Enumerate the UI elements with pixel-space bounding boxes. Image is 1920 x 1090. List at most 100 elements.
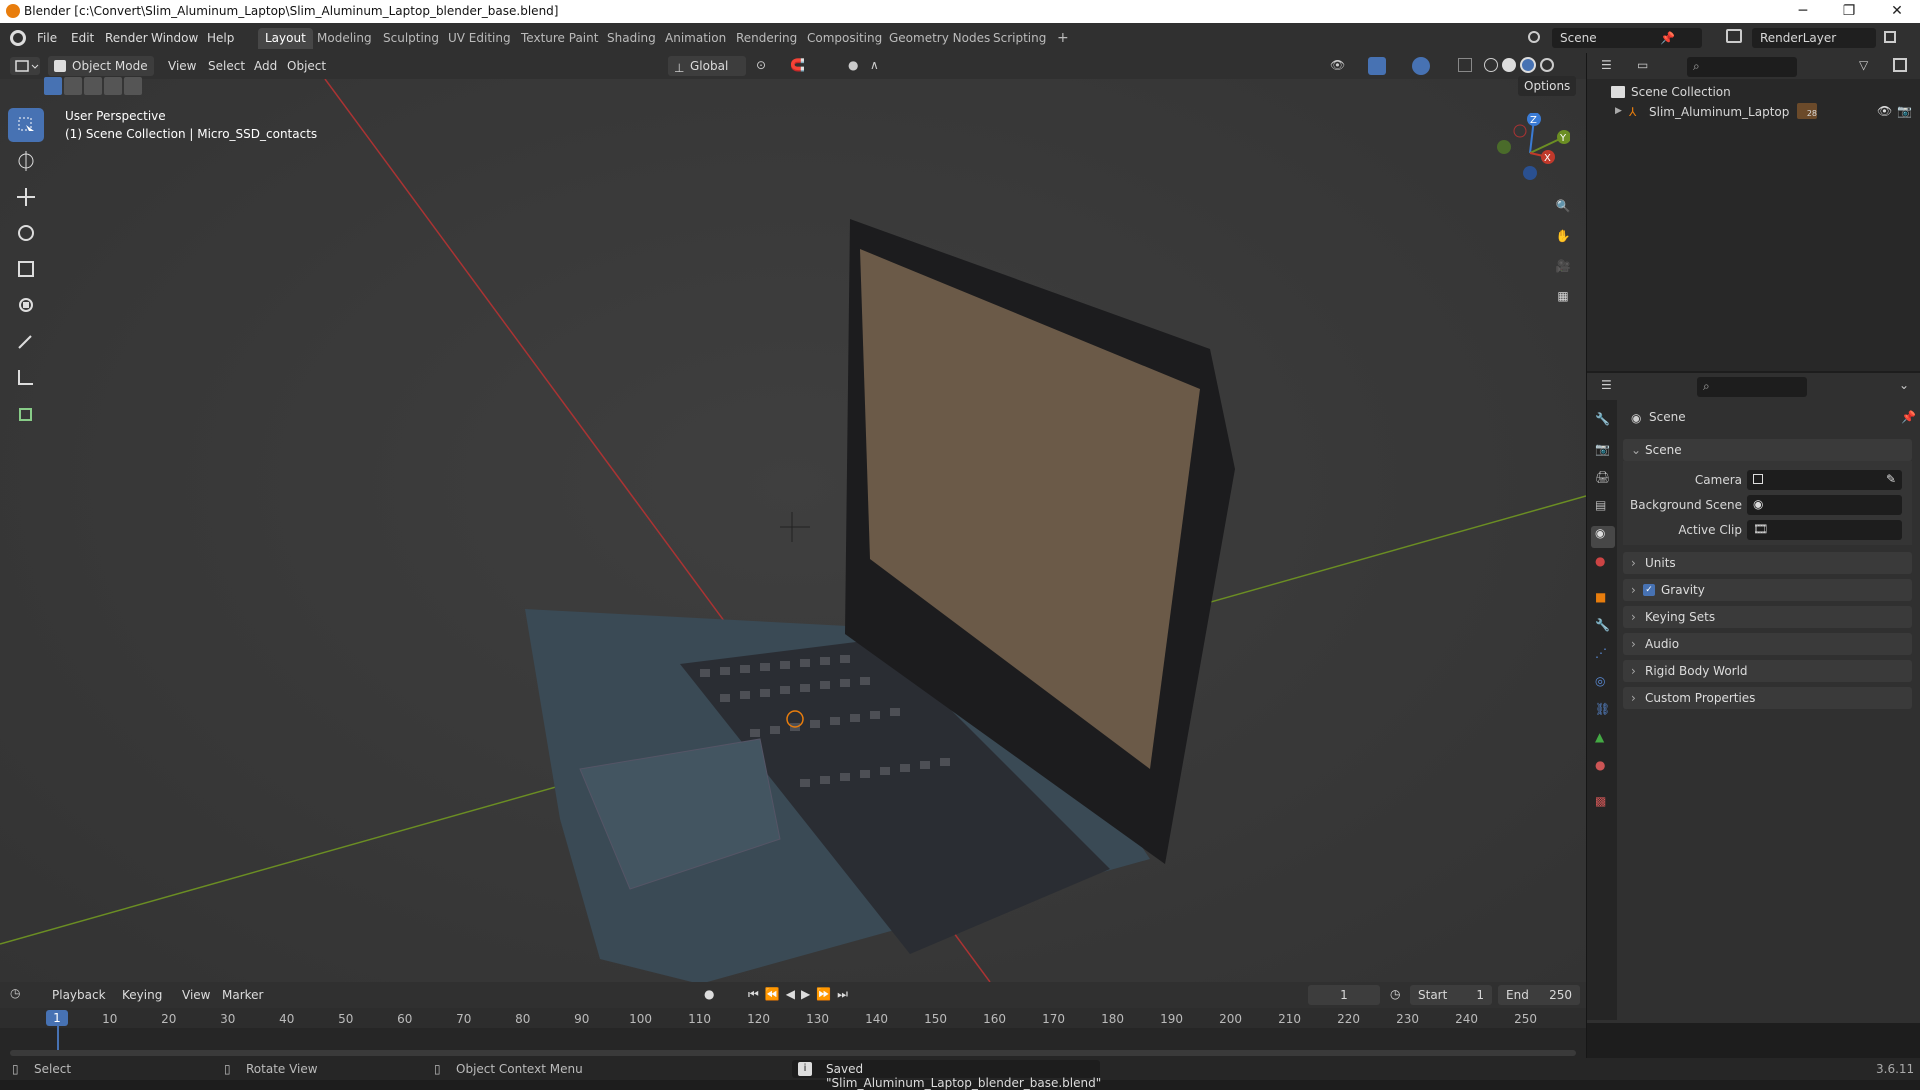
- close-button[interactable]: ✕: [1874, 0, 1920, 23]
- rigid-body-world-panel[interactable]: › Rigid Body World: [1623, 660, 1912, 682]
- menu-help[interactable]: Help: [202, 29, 239, 47]
- physics-tab-icon[interactable]: ◎: [1595, 674, 1605, 688]
- viewport-menu-select[interactable]: Select: [208, 56, 245, 76]
- tab-texture-paint[interactable]: Texture Paint: [514, 28, 605, 49]
- add-cube-tool-icon[interactable]: [8, 396, 44, 430]
- 3d-viewport[interactable]: User Perspective (1) Scene Collection | …: [0, 76, 1586, 982]
- hide-in-viewport-icon[interactable]: 👁: [1877, 104, 1892, 118]
- maximize-button[interactable]: ❐: [1826, 0, 1872, 23]
- view-layer-tab-icon[interactable]: ▤: [1595, 498, 1606, 512]
- gravity-checkbox[interactable]: ✓: [1643, 584, 1655, 596]
- measure-tool-icon[interactable]: [8, 360, 44, 394]
- expand-arrow-icon[interactable]: ▶: [1615, 106, 1622, 116]
- tool-tab-icon[interactable]: 🔧: [1595, 412, 1610, 426]
- object-mode-dropdown[interactable]: Object Mode: [48, 56, 154, 76]
- menu-window[interactable]: Window: [146, 29, 203, 47]
- menu-render[interactable]: Render: [100, 29, 153, 47]
- tab-layout[interactable]: Layout: [258, 28, 313, 49]
- gizmo-toggle-icon[interactable]: [1368, 57, 1386, 75]
- world-tab-icon[interactable]: ●: [1595, 554, 1605, 568]
- scene-selector[interactable]: Scene: [1552, 28, 1702, 48]
- properties-search-input[interactable]: ⌕: [1697, 377, 1807, 397]
- output-tab-icon[interactable]: 🖨: [1595, 470, 1610, 484]
- constraints-tab-icon[interactable]: ⛓: [1595, 702, 1610, 716]
- visibility-icon[interactable]: 👁: [1330, 58, 1345, 72]
- add-workspace-button[interactable]: +: [1050, 28, 1076, 49]
- auto-keying-icon[interactable]: ●: [704, 987, 714, 1001]
- camera-view-icon[interactable]: 🎥: [1549, 252, 1577, 280]
- transform-tool-icon[interactable]: [8, 288, 44, 322]
- outliner-editor-icon[interactable]: ☰: [1601, 58, 1625, 74]
- particles-tab-icon[interactable]: ⋰: [1595, 646, 1607, 660]
- scene-tab-icon[interactable]: ◉: [1591, 526, 1615, 548]
- timeline-scrollbar[interactable]: [10, 1050, 1576, 1056]
- render-tab-icon[interactable]: 📷: [1595, 442, 1610, 456]
- start-frame-field[interactable]: Start 1: [1410, 985, 1492, 1005]
- object-tab-icon[interactable]: ■: [1595, 590, 1606, 604]
- minimize-button[interactable]: ─: [1780, 0, 1826, 23]
- new-view-layer-icon[interactable]: [1884, 31, 1896, 43]
- viewport-menu-view[interactable]: View: [168, 56, 196, 76]
- preview-range-icon[interactable]: ◷: [1390, 987, 1400, 1001]
- tab-sculpting[interactable]: Sculpting: [376, 28, 446, 49]
- navigation-gizmo[interactable]: Z Y X: [1490, 113, 1570, 193]
- timeline[interactable]: 1102030405060708090100110120130140150160…: [0, 1008, 1586, 1058]
- data-tab-icon[interactable]: ▲: [1595, 730, 1604, 744]
- active-clip-field[interactable]: 🎞: [1747, 520, 1902, 540]
- end-frame-field[interactable]: End 250: [1498, 985, 1580, 1005]
- solid-shading-icon[interactable]: [1502, 58, 1516, 72]
- texture-tab-icon[interactable]: ▩: [1595, 794, 1606, 808]
- custom-properties-panel[interactable]: › Custom Properties: [1623, 687, 1912, 709]
- modifier-tab-icon[interactable]: 🔧: [1595, 618, 1610, 632]
- material-shading-icon[interactable]: [1520, 57, 1536, 73]
- viewport-menu-add[interactable]: Add: [254, 56, 277, 76]
- cursor-tool-icon[interactable]: [8, 144, 44, 178]
- wireframe-shading-icon[interactable]: [1484, 58, 1498, 72]
- timeline-menu-view[interactable]: View: [182, 985, 210, 1005]
- view-layer-icon[interactable]: [1726, 29, 1742, 43]
- tab-compositing[interactable]: Compositing: [800, 28, 889, 49]
- scene-panel-header[interactable]: ⌄ Scene: [1623, 439, 1912, 461]
- timeline-menu-keying[interactable]: Keying: [122, 985, 162, 1005]
- material-tab-icon[interactable]: ●: [1595, 758, 1605, 772]
- tab-animation[interactable]: Animation: [658, 28, 733, 49]
- tab-rendering[interactable]: Rendering: [729, 28, 804, 49]
- move-tool-icon[interactable]: [8, 180, 44, 214]
- select-new-icon[interactable]: [44, 77, 62, 95]
- keying-sets-panel[interactable]: › Keying Sets: [1623, 606, 1912, 628]
- zoom-icon[interactable]: 🔍: [1549, 192, 1577, 220]
- current-frame-field[interactable]: 1: [1308, 985, 1380, 1005]
- rendered-shading-icon[interactable]: [1540, 58, 1554, 72]
- editor-type-icon[interactable]: [10, 57, 40, 75]
- gravity-panel[interactable]: › ✓ Gravity: [1623, 579, 1912, 601]
- xray-icon[interactable]: [1458, 58, 1472, 72]
- pin-icon[interactable]: 📌: [1901, 410, 1916, 424]
- view-layer-selector[interactable]: RenderLayer: [1752, 28, 1876, 48]
- render-camera-icon[interactable]: 📷: [1897, 104, 1912, 118]
- tab-shading[interactable]: Shading: [600, 28, 663, 49]
- proportional-edit-icon[interactable]: ●: [848, 58, 858, 72]
- rotate-tool-icon[interactable]: [8, 216, 44, 250]
- select-intersect-icon[interactable]: [124, 77, 142, 95]
- viewport-menu-object[interactable]: Object: [287, 56, 326, 76]
- menu-file[interactable]: File: [32, 29, 62, 47]
- annotate-tool-icon[interactable]: [8, 324, 44, 358]
- units-panel[interactable]: › Units: [1623, 552, 1912, 574]
- select-invert-icon[interactable]: [104, 77, 122, 95]
- pan-hand-icon[interactable]: ✋: [1549, 222, 1577, 250]
- tab-uv-editing[interactable]: UV Editing: [441, 28, 518, 49]
- select-extend-icon[interactable]: [64, 77, 82, 95]
- snap-icon[interactable]: 🧲: [790, 58, 830, 74]
- pin-scene-icon[interactable]: 📌: [1660, 31, 1675, 45]
- properties-options-icon[interactable]: ⌄: [1899, 378, 1909, 392]
- tab-modeling[interactable]: Modeling: [310, 28, 379, 49]
- perspective-toggle-icon[interactable]: ▦: [1549, 282, 1577, 310]
- eyedropper-icon[interactable]: ✎: [1886, 472, 1896, 486]
- options-dropdown[interactable]: Options: [1518, 76, 1577, 96]
- new-collection-icon[interactable]: [1893, 58, 1907, 72]
- tab-scripting[interactable]: Scripting: [986, 28, 1053, 49]
- playback-controls[interactable]: ⏮⏪◀▶⏩⏭: [748, 987, 854, 1002]
- timeline-editor-icon[interactable]: ◷: [10, 986, 40, 1004]
- blender-menu-icon[interactable]: [10, 30, 26, 46]
- menu-edit[interactable]: Edit: [66, 29, 99, 47]
